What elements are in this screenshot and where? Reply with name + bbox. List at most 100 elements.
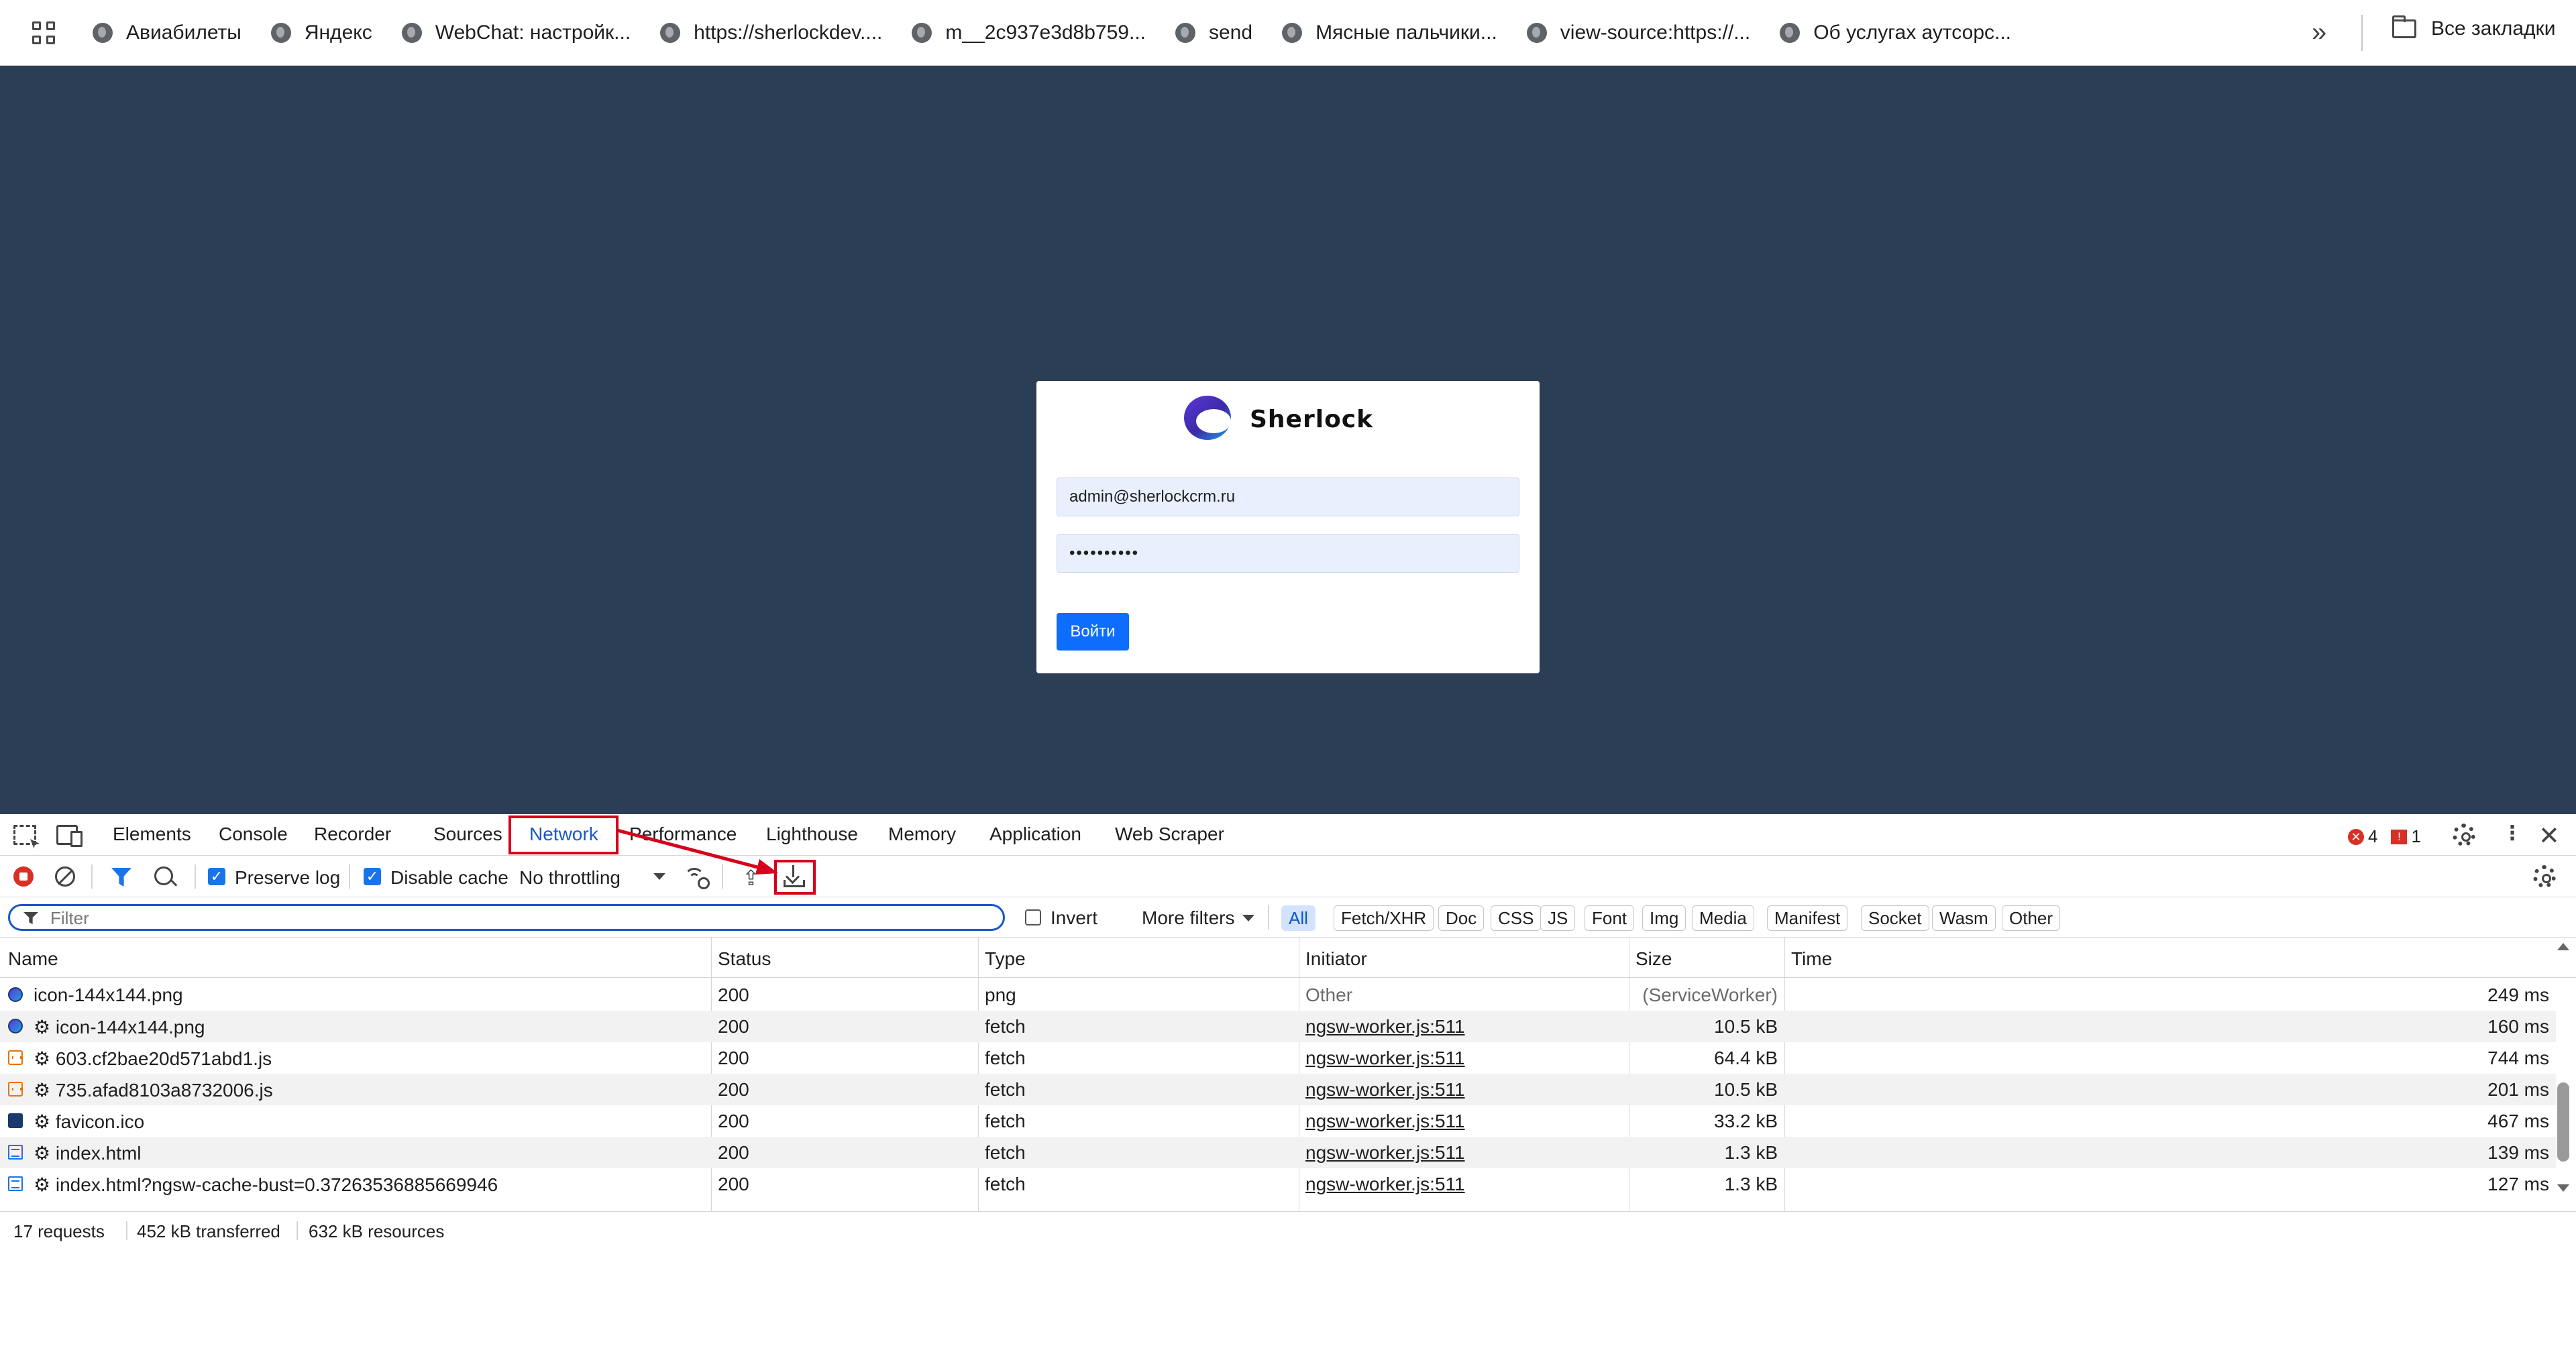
globe-icon [912,22,932,43]
column-name[interactable]: Name [8,948,58,970]
column-status[interactable]: Status [718,948,771,970]
globe-icon [1780,22,1801,43]
request-initiator[interactable]: ngsw-worker.js:511 [1305,1048,1465,1069]
chevron-down-icon[interactable] [1242,915,1254,921]
request-initiator[interactable]: ngsw-worker.js:511 [1305,1174,1465,1195]
bookmark-item[interactable]: m__2c937e3d8b759... [912,21,1146,44]
login-button[interactable]: Войти [1057,613,1129,651]
chip-manifest[interactable]: Manifest [1767,905,1848,931]
network-settings-gear-icon[interactable] [2533,865,2556,888]
requests-table-body: icon-144x144.png 200 png Other (ServiceWorke… [0,978,2556,1348]
preserve-log-checkbox[interactable]: ✓ [208,868,225,885]
scroll-up-arrow-icon[interactable] [2557,943,2569,950]
request-status: 200 [718,1174,749,1194]
column-time[interactable]: Time [1791,948,1832,970]
close-devtools-icon[interactable]: ✕ [2538,821,2560,851]
chip-js[interactable]: JS [1540,905,1576,931]
bookmark-item[interactable]: WebChat: настройк... [401,21,631,44]
toolbar-divider [91,864,93,889]
disable-cache-checkbox[interactable]: ✓ [364,868,381,885]
chip-doc[interactable]: Doc [1438,905,1485,931]
requests-table-header: Name Status Type Initiator Size Time [0,938,2576,978]
toolbar-divider [722,864,723,889]
tab-recorder[interactable]: Recorder [314,824,391,845]
transferred-size: 452 kB transferred [137,1221,280,1241]
issues-counter[interactable]: ✕ 4 ! 1 [2348,826,2421,847]
bookmark-item[interactable]: send [1175,21,1252,44]
filter-input[interactable] [49,907,991,929]
chip-css[interactable]: CSS [1491,905,1542,931]
scrollbar-thumb[interactable] [2557,1082,2569,1162]
chip-all[interactable]: All [1281,905,1316,931]
more-options-icon[interactable]: ⋮ [2502,824,2522,844]
tab-web-scraper[interactable]: Web Scraper [1115,824,1224,845]
request-initiator[interactable]: ngsw-worker.js:511 [1305,1079,1465,1101]
bookmark-item[interactable]: Мясные пальчики... [1282,21,1497,44]
page-viewport: Sherlock admin@sherlockcrm.ru ••••••••••… [0,66,2576,814]
column-initiator[interactable]: Initiator [1305,948,1367,970]
bookmark-item[interactable]: view-source:https://... [1526,21,1750,44]
column-type[interactable]: Type [985,948,1026,970]
tab-performance[interactable]: Performance [629,824,737,845]
request-size: (ServiceWorker) [1642,985,1778,1005]
invert-checkbox[interactable] [1025,909,1041,925]
import-har-icon[interactable]: ⇪ [742,865,760,891]
tab-elements[interactable]: Elements [113,824,191,845]
table-row[interactable]: ⚙ favicon.ico 200 fetch ngsw-worker.js:511 3… [0,1105,2556,1137]
clear-log-icon[interactable] [55,866,75,887]
chevron-down-icon[interactable] [653,873,665,880]
network-conditions-icon[interactable] [683,866,710,889]
bookmark-item[interactable]: Авиабилеты [93,21,241,44]
table-row[interactable]: ⚙ icon-144x144.png 200 fetch ngsw-worker.js… [0,1011,2556,1042]
network-status-bar: 17 requests 452 kB transferred 632 kB re… [0,1211,2576,1249]
chip-socket[interactable]: Socket [1861,905,1929,931]
request-status: 200 [718,985,749,1005]
stop-recording-icon[interactable] [13,866,34,887]
request-initiator[interactable]: ngsw-worker.js:511 [1305,1111,1465,1132]
all-bookmarks-button[interactable]: Все закладки [2392,15,2556,40]
filter-field[interactable] [8,904,1005,931]
devtools-panel: Elements Console Recorder Sources Networ… [0,814,2576,1249]
tab-application[interactable]: Application [989,824,1081,845]
file-type-ico-icon [8,1113,23,1128]
column-size[interactable]: Size [1635,948,1672,970]
inspect-element-icon[interactable] [13,825,36,845]
apps-grid-icon[interactable] [32,21,55,44]
search-icon[interactable] [154,866,173,885]
request-name: ⚙ icon-144x144.png [34,1017,205,1037]
tab-console[interactable]: Console [219,824,288,845]
request-initiator[interactable]: ngsw-worker.js:511 [1305,1142,1465,1164]
tab-lighthouse[interactable]: Lighthouse [766,824,858,845]
table-row[interactable]: ⚙ index.html 200 fetch ngsw-worker.js:511 1.… [0,1137,2556,1168]
chip-img[interactable]: Img [1642,905,1686,931]
email-field[interactable]: admin@sherlockcrm.ru [1057,478,1519,516]
login-card: Sherlock admin@sherlockcrm.ru ••••••••••… [1036,381,1540,673]
settings-gear-icon[interactable] [2453,824,2475,846]
table-row[interactable]: icon-144x144.png 200 png Other (ServiceWorke… [0,979,2556,1011]
chip-font[interactable]: Font [1585,905,1635,931]
chip-other[interactable]: Other [2002,905,2061,931]
tab-memory[interactable]: Memory [888,824,956,845]
chip-media[interactable]: Media [1692,905,1754,931]
more-filters-dropdown[interactable]: More filters [1142,907,1234,929]
table-row[interactable]: ⚙ 603.cf2bae20d571abd1.js 200 fetch ngsw-wo… [0,1042,2556,1074]
globe-icon [1282,22,1303,43]
filter-toggle-icon[interactable] [111,868,131,887]
chip-wasm[interactable]: Wasm [1932,905,1996,931]
filter-divider [1268,905,1269,930]
bookmark-item[interactable]: Яндекс [270,21,372,44]
bookmark-item[interactable]: https://sherlockdev.... [660,21,882,44]
tab-sources[interactable]: Sources [433,824,502,845]
throttling-select[interactable]: No throttling [519,867,621,889]
password-field[interactable]: •••••••••• [1057,534,1519,573]
table-row[interactable]: ⚙ index.html?ngsw-cache-bust=0.372635368… [0,1168,2556,1200]
chip-fetch-xhr[interactable]: Fetch/XHR [1334,905,1434,931]
more-bookmarks-chevron-icon[interactable]: » [2312,17,2326,48]
request-initiator[interactable]: ngsw-worker.js:511 [1305,1016,1465,1037]
request-name: ⚙ index.html [34,1143,142,1164]
table-row[interactable]: ⚙ 735.afad8103a8732006.js 200 fetch ngsw-wo… [0,1074,2556,1105]
request-name: ⚙ favicon.ico [34,1111,145,1132]
device-toolbar-icon[interactable] [56,825,83,847]
scroll-down-arrow-icon[interactable] [2557,1184,2569,1192]
bookmark-item[interactable]: Об услугах аутсорс... [1780,21,2011,44]
